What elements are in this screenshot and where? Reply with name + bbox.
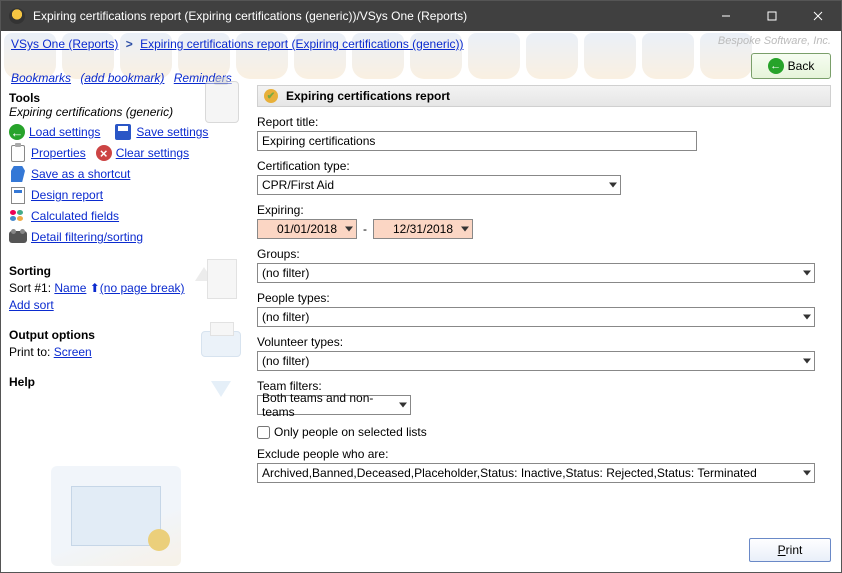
- chevron-down-icon: [803, 471, 811, 476]
- print-button[interactable]: Print: [749, 538, 831, 562]
- save-settings-link[interactable]: Save settings: [136, 125, 208, 139]
- calc-icon: [10, 210, 26, 222]
- shortcut-icon: [11, 166, 25, 182]
- save-shortcut-link[interactable]: Save as a shortcut: [31, 167, 130, 181]
- window-title: Expiring certifications report (Expiring…: [33, 9, 703, 23]
- team-filters-combo[interactable]: Both teams and non-teams: [257, 395, 411, 415]
- chevron-down-icon: [803, 271, 811, 276]
- chevron-down-icon: [345, 227, 353, 232]
- date-from-input[interactable]: 01/01/2018: [257, 219, 357, 239]
- team-filters-value: Both teams and non-teams: [262, 391, 406, 419]
- sorting-section-icon: [201, 259, 243, 303]
- chevron-down-icon: [399, 403, 407, 408]
- exclude-label: Exclude people who are:: [257, 447, 831, 461]
- breadcrumb-sep: >: [122, 37, 137, 51]
- close-button[interactable]: [795, 1, 841, 31]
- print-to-value-link[interactable]: Screen: [54, 345, 92, 359]
- sort-field-link[interactable]: Name: [54, 281, 86, 295]
- tools-section-icon: [201, 81, 243, 125]
- groups-label: Groups:: [257, 247, 831, 261]
- output-section-icon: [201, 321, 243, 365]
- add-sort-link[interactable]: Add sort: [9, 298, 54, 312]
- groups-value: (no filter): [262, 266, 309, 280]
- title-bar: Expiring certifications report (Expiring…: [1, 1, 841, 31]
- properties-link[interactable]: Properties: [31, 146, 86, 160]
- content-panel: ✔ Expiring certifications report Report …: [253, 81, 841, 572]
- chevron-down-icon: [803, 359, 811, 364]
- clear-icon: ×: [96, 145, 112, 161]
- filter-icon: [9, 231, 27, 243]
- exclude-value: Archived,Banned,Deceased,Placeholder,Sta…: [262, 466, 757, 480]
- breadcrumb-root[interactable]: VSys One (Reports): [11, 37, 118, 51]
- minimize-button[interactable]: [703, 1, 749, 31]
- app-icon: [9, 8, 25, 24]
- volunteer-types-label: Volunteer types:: [257, 335, 831, 349]
- chevron-down-icon: [803, 315, 811, 320]
- detail-filtering-link[interactable]: Detail filtering/sorting: [31, 230, 143, 244]
- chevron-down-icon: [609, 183, 617, 188]
- top-strip: Bespoke Software, Inc. VSys One (Reports…: [1, 31, 841, 81]
- maximize-button[interactable]: [749, 1, 795, 31]
- sidebar: Tools Expiring certifications (generic) …: [1, 81, 253, 572]
- volunteer-types-combo[interactable]: (no filter): [257, 351, 815, 371]
- date-to-value: 12/31/2018: [393, 222, 453, 236]
- header-badge-icon: ✔: [264, 89, 278, 103]
- design-report-link[interactable]: Design report: [31, 188, 103, 202]
- cert-type-label: Certification type:: [257, 159, 831, 173]
- sort-prefix: Sort #1:: [9, 281, 51, 295]
- sample-preview-image: [51, 466, 181, 566]
- expiring-label: Expiring:: [257, 203, 831, 217]
- help-section-icon: [201, 381, 243, 425]
- groups-combo[interactable]: (no filter): [257, 263, 815, 283]
- people-types-value: (no filter): [262, 310, 309, 324]
- save-icon: [115, 124, 131, 140]
- breadcrumb-current[interactable]: Expiring certifications report (Expiring…: [140, 37, 463, 51]
- report-title-input[interactable]: [257, 131, 697, 151]
- date-to-input[interactable]: 12/31/2018: [373, 219, 473, 239]
- print-to-label: Print to:: [9, 345, 50, 359]
- people-types-combo[interactable]: (no filter): [257, 307, 815, 327]
- sort-breaks-link[interactable]: (no page break): [100, 281, 185, 295]
- report-title-label: Report title:: [257, 115, 831, 129]
- exclude-combo[interactable]: Archived,Banned,Deceased,Placeholder,Sta…: [257, 463, 815, 483]
- print-label: Print: [778, 543, 803, 557]
- chevron-down-icon: [461, 227, 469, 232]
- cert-type-value: CPR/First Aid: [262, 178, 334, 192]
- load-icon: ←: [9, 124, 25, 140]
- people-types-label: People types:: [257, 291, 831, 305]
- volunteer-types-value: (no filter): [262, 354, 309, 368]
- load-settings-link[interactable]: Load settings: [29, 125, 100, 139]
- properties-icon: [11, 145, 25, 162]
- design-icon: [11, 187, 25, 204]
- content-header-title: Expiring certifications report: [286, 89, 450, 103]
- content-header: ✔ Expiring certifications report: [257, 85, 831, 107]
- only-selected-checkbox[interactable]: [257, 426, 270, 439]
- cert-type-combo[interactable]: CPR/First Aid: [257, 175, 621, 195]
- only-selected-label: Only people on selected lists: [274, 425, 427, 439]
- breadcrumb: VSys One (Reports) > Expiring certificat…: [1, 31, 841, 53]
- date-dash: -: [361, 222, 369, 236]
- sort-up-icon[interactable]: ⬆: [90, 281, 100, 295]
- clear-settings-link[interactable]: Clear settings: [116, 146, 189, 160]
- calculated-fields-link[interactable]: Calculated fields: [31, 209, 119, 223]
- date-from-value: 01/01/2018: [277, 222, 337, 236]
